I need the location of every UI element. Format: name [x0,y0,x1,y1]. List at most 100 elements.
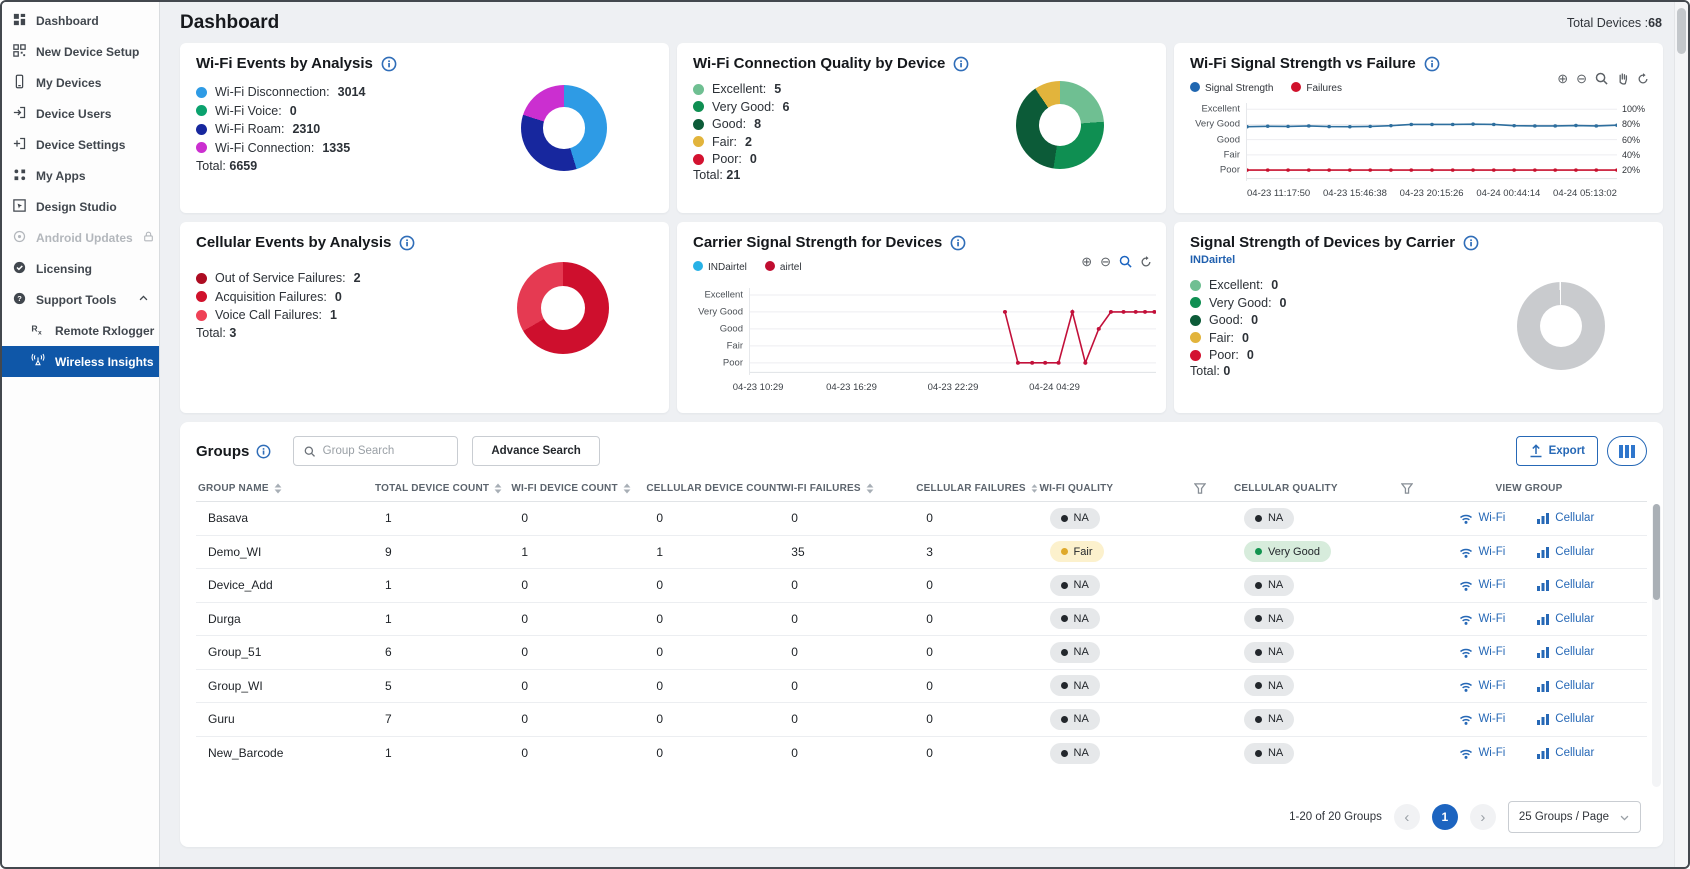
view-cellular-link[interactable]: Cellular [1537,512,1594,524]
col-cellular-failures[interactable]: CELLULAR FAILURES [914,483,1037,494]
sidebar-item-device-settings[interactable]: Device Settings [2,129,159,160]
info-icon[interactable] [381,56,397,72]
reset-icon[interactable] [1637,73,1649,85]
col-cellular-device-count[interactable]: CELLULAR DEVICE COUNT [644,483,779,494]
table-row[interactable]: Guru 7 0 0 0 0 NA NA Wi-FiCellular [196,703,1647,737]
wifi-icon [1459,713,1473,725]
wifi-quality-donut-chart [1016,81,1104,169]
view-cellular-link[interactable]: Cellular [1537,579,1594,591]
view-wifi-link[interactable]: Wi-Fi [1459,646,1505,658]
table-row[interactable]: Durga 1 0 0 0 0 NA NA Wi-FiCellular [196,603,1647,637]
filter-icon[interactable] [1401,483,1413,494]
view-wifi-link[interactable]: Wi-Fi [1459,579,1505,591]
info-icon[interactable] [256,444,271,459]
view-cellular-link[interactable]: Cellular [1537,613,1594,625]
table-scrollbar[interactable] [1652,504,1661,787]
table-row[interactable]: Device_Add 1 0 0 0 0 NA NA Wi-FiCellular [196,569,1647,603]
lock-icon [142,230,155,246]
advance-search-button[interactable]: Advance Search [472,436,600,466]
table-row[interactable]: Basava 1 0 0 0 0 NA NA Wi-FiCellular [196,502,1647,536]
y-axis-right-labels: 100% 80% 60% 40% 20% [1617,103,1653,181]
table-scrollbar-thumb[interactable] [1653,504,1660,600]
view-wifi-link[interactable]: Wi-Fi [1459,546,1505,558]
view-cellular-link[interactable]: Cellular [1537,680,1594,692]
cell-group-name: New_Barcode [196,746,373,760]
device-user-icon [12,105,27,123]
sort-icon[interactable] [1031,483,1038,494]
zoom-out-icon[interactable]: ⊖ [1576,72,1587,85]
carrier-subtitle: INDairtel [1190,254,1647,266]
sort-icon[interactable] [494,483,502,494]
plot-area[interactable]: 04-23 10:29 04-23 16:29 04-23 22:29 04-2… [749,288,1156,375]
sidebar-item-dashboard[interactable]: Dashboard [2,5,159,36]
col-wifi-failures[interactable]: WI-FI FAILURES [779,483,914,494]
sidebar-item-remote-rxlogger[interactable]: Rx Remote Rxlogger [2,315,159,346]
view-wifi-link[interactable]: Wi-Fi [1459,680,1505,692]
col-group-name[interactable]: GROUP NAME [196,483,373,494]
sidebar-item-my-apps[interactable]: My Apps [2,160,159,191]
zoom-out-icon[interactable]: ⊖ [1100,255,1111,268]
sidebar-item-label: Remote Rxlogger [55,324,154,338]
sidebar-item-support-tools[interactable]: ? Support Tools [2,284,159,315]
next-page-button[interactable]: › [1470,804,1496,830]
chart-toolbar: ⊕ ⊖ [1081,255,1152,268]
col-total-device-count[interactable]: TOTAL DEVICE COUNT [373,483,509,494]
wifi-icon [1459,747,1473,759]
table-row[interactable]: Group_51 6 0 0 0 0 NA NA Wi-FiCellular [196,636,1647,670]
zoom-in-icon[interactable]: ⊕ [1081,255,1092,268]
chart-toolbar: ⊕ ⊖ [1557,72,1649,85]
sort-icon[interactable] [274,483,282,494]
info-icon[interactable] [953,56,969,72]
export-button[interactable]: Export [1516,436,1598,466]
bar-chart-icon [1537,713,1550,725]
zoom-select-icon[interactable] [1119,255,1132,268]
zoom-select-icon[interactable] [1595,72,1608,85]
table-row[interactable]: New_Barcode 1 0 0 0 0 NA NA Wi-FiCellula… [196,737,1647,771]
col-wifi-quality[interactable]: WI-FI QUALITY [1038,483,1232,494]
view-cellular-link[interactable]: Cellular [1537,747,1594,759]
zoom-in-icon[interactable]: ⊕ [1557,72,1568,85]
card-title: Wi-Fi Signal Strength vs Failure [1190,55,1416,72]
view-wifi-link[interactable]: Wi-Fi [1459,747,1505,759]
plot-area[interactable]: 04-23 11:17:50 04-23 15:46:38 04-23 20:1… [1246,103,1617,181]
view-wifi-link[interactable]: Wi-Fi [1459,512,1505,524]
view-cellular-link[interactable]: Cellular [1537,713,1594,725]
sidebar-item-licensing[interactable]: Licensing [2,253,159,284]
columns-button[interactable] [1607,436,1647,466]
sidebar-item-wireless-insights[interactable]: Wireless Insights [2,346,159,377]
sidebar-item-label: Support Tools [36,293,116,307]
page-scrollbar[interactable] [1674,2,1688,867]
page-size-dropdown[interactable]: 25 Groups / Page [1508,801,1641,833]
info-icon[interactable] [950,235,966,251]
col-wifi-device-count[interactable]: WI-FI DEVICE COUNT [509,483,644,494]
previous-page-button[interactable]: ‹ [1394,804,1420,830]
info-icon[interactable] [1463,235,1479,251]
sidebar-item-device-users[interactable]: Device Users [2,98,159,129]
legend-dot [693,84,704,95]
cell-group-name: Durga [196,612,373,626]
sidebar-item-design-studio[interactable]: Design Studio [2,191,159,222]
sidebar-item-my-devices[interactable]: My Devices [2,67,159,98]
table-row[interactable]: Demo_WI 9 1 1 35 3 Fair Very Good Wi-FiC… [196,536,1647,570]
sort-icon[interactable] [866,483,874,494]
card-title: Signal Strength of Devices by Carrier [1190,234,1455,251]
group-search-input[interactable] [323,445,448,457]
pan-icon[interactable] [1616,72,1629,85]
page-scrollbar-thumb[interactable] [1677,8,1686,54]
carrier-signal-line-chart: Excellent Very Good Good Fair Poor 04-23… [691,288,1156,375]
chevron-up-icon [138,293,149,307]
info-icon[interactable] [1424,56,1440,72]
view-cellular-link[interactable]: Cellular [1537,646,1594,658]
page-1-button[interactable]: 1 [1432,804,1458,830]
reset-icon[interactable] [1140,256,1152,268]
view-cellular-link[interactable]: Cellular [1537,546,1594,558]
filter-icon[interactable] [1194,483,1206,494]
view-wifi-link[interactable]: Wi-Fi [1459,713,1505,725]
sidebar-item-new-device-setup[interactable]: New Device Setup [2,36,159,67]
bar-chart-icon [1537,546,1550,558]
info-icon[interactable] [399,235,415,251]
view-wifi-link[interactable]: Wi-Fi [1459,613,1505,625]
col-cellular-quality[interactable]: CELLULAR QUALITY [1232,483,1439,494]
table-row[interactable]: Group_WI 5 0 0 0 0 NA NA Wi-FiCellular [196,670,1647,704]
sort-icon[interactable] [623,483,631,494]
